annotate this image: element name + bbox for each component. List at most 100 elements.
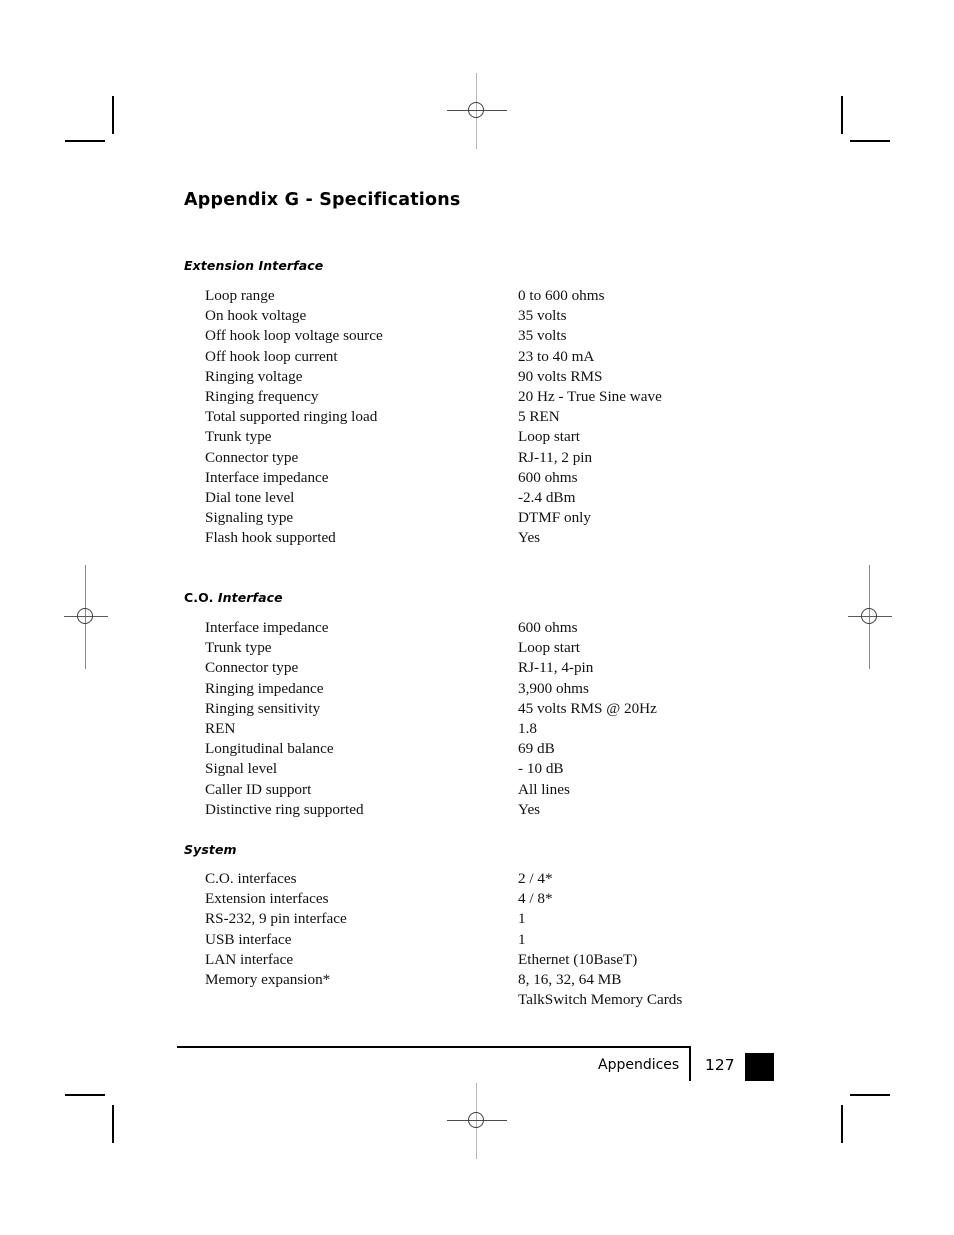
spec-value: All lines	[518, 780, 570, 798]
spec-row: Interface impedance 600 ohms	[205, 618, 905, 638]
spec-label: On hook voltage	[205, 307, 307, 325]
spec-row: Off hook loop voltage source 35 volts	[205, 326, 905, 346]
page-title: Appendix G - Specifications	[184, 190, 461, 210]
spec-row: Longitudinal balance 69 dB	[205, 739, 905, 759]
spec-table-system: C.O. interfaces 2 / 4* Extension interface…	[205, 869, 905, 1010]
registration-target-icon-top	[447, 73, 507, 149]
registration-ring	[468, 102, 484, 118]
crop-mark-top-right-horizontal	[850, 140, 890, 142]
section-heading-text: Extension Interface	[184, 258, 324, 273]
spec-table-co-interface: Interface impedance 600 ohms Trunk type Loo…	[205, 618, 905, 820]
spec-value: 0 to 600 ohms	[518, 287, 605, 304]
spec-value: -2.4 dBm	[518, 489, 576, 507]
spec-value: 90 volts RMS	[518, 367, 603, 385]
footer-section-label: Appendices	[598, 1057, 680, 1073]
spec-value: 8, 16, 32, 64 MB TalkSwitch Memory Cards	[518, 971, 683, 1009]
spec-row: RS-232, 9 pin interface 1	[205, 909, 905, 929]
spec-value: 35 volts	[518, 327, 567, 345]
spec-value: 1.8	[518, 720, 537, 738]
footer-thumb-marker	[745, 1053, 774, 1081]
spec-label: Longitudinal balance	[205, 740, 334, 758]
spec-value: 23 to 40 mA	[518, 347, 595, 365]
spec-label: Signal level	[205, 760, 278, 778]
section-heading-text: System	[184, 842, 237, 857]
spec-label: Total supported ringing load	[205, 408, 378, 426]
spec-value: RJ-11, 2 pin	[518, 448, 593, 466]
spec-row: Flash hook supported Yes	[205, 528, 905, 548]
spec-value: Yes	[518, 800, 541, 818]
spec-label: REN	[205, 720, 236, 738]
page-number: 127	[705, 1056, 735, 1074]
spec-row: Connector type RJ-11, 2 pin	[205, 448, 905, 468]
crop-mark-bottom-right-vertical	[841, 1105, 843, 1143]
spec-row: Distinctive ring supported Yes	[205, 800, 905, 820]
spec-row: LAN interface Ethernet (10BaseT)	[205, 950, 905, 970]
section-heading-system: System	[184, 842, 237, 857]
registration-target-icon-left	[56, 565, 116, 669]
spec-label: Ringing frequency	[205, 388, 319, 406]
spec-row: REN 1.8	[205, 719, 905, 739]
registration-ring	[468, 1112, 484, 1128]
spec-row: C.O. interfaces 2 / 4*	[205, 869, 905, 889]
spec-row: Ringing impedance 3,900 ohms	[205, 679, 905, 699]
spec-label: Loop range	[205, 287, 275, 304]
spec-label: Ringing sensitivity	[205, 699, 321, 717]
spec-label: USB interface	[205, 930, 292, 948]
crop-mark-top-right-vertical	[841, 96, 843, 134]
spec-row: Extension interfaces 4 / 8*	[205, 889, 905, 909]
spec-row: Dial tone level -2.4 dBm	[205, 488, 905, 508]
spec-row: Off hook loop current 23 to 40 mA	[205, 347, 905, 367]
spec-label: Connector type	[205, 448, 299, 466]
section-heading-co-interface: C.O. Interface	[184, 590, 283, 605]
spec-row: Ringing voltage 90 volts RMS	[205, 367, 905, 387]
spec-value: 1	[518, 930, 526, 948]
spec-label: Interface impedance	[205, 468, 329, 486]
footer-rule	[177, 1046, 691, 1048]
registration-ring	[77, 608, 93, 624]
spec-table-extension-interface: Loop range 0 to 600 ohms On hook voltage 35…	[205, 286, 905, 549]
spec-label: Ringing impedance	[205, 679, 324, 697]
spec-row: Memory expansion* 8, 16, 32, 64 MB TalkSw…	[205, 970, 905, 1010]
spec-value: Loop start	[518, 428, 581, 446]
spec-row: Trunk type Loop start	[205, 427, 905, 447]
spec-label: Trunk type	[205, 639, 272, 657]
spec-value: Ethernet (10BaseT)	[518, 950, 638, 968]
spec-value: 45 volts RMS @ 20Hz	[518, 699, 657, 717]
spec-value: RJ-11, 4-pin	[518, 659, 594, 677]
section-heading-extension-interface: Extension Interface	[184, 258, 323, 273]
spec-value: 5 REN	[518, 408, 560, 426]
crop-mark-bottom-right-horizontal	[850, 1094, 890, 1096]
spec-label: Distinctive ring supported	[205, 800, 364, 818]
section-heading-prefix: C.O.	[184, 590, 218, 605]
spec-row: Interface impedance 600 ohms	[205, 468, 905, 488]
spec-label: Ringing voltage	[205, 367, 303, 385]
spec-value: Loop start	[518, 639, 581, 657]
spec-value: 600 ohms	[518, 468, 578, 486]
spec-value: 4 / 8*	[518, 890, 553, 908]
spec-value: 3,900 ohms	[518, 679, 589, 697]
spec-label: Caller ID support	[205, 780, 312, 798]
spec-value: 69 dB	[518, 740, 555, 758]
spec-label: Connector type	[205, 659, 299, 677]
spec-label: Off hook loop voltage source	[205, 327, 383, 345]
spec-label: Off hook loop current	[205, 347, 338, 365]
spec-label: C.O. interfaces	[205, 870, 297, 887]
spec-label: Dial tone level	[205, 489, 295, 507]
spec-row: Ringing sensitivity 45 volts RMS @ 20Hz	[205, 699, 905, 719]
spec-row: Connector type RJ-11, 4-pin	[205, 658, 905, 678]
spec-label: Interface impedance	[205, 619, 329, 636]
spec-value: Yes	[518, 529, 541, 547]
crop-mark-bottom-left-horizontal	[65, 1094, 105, 1096]
spec-row: Total supported ringing load 5 REN	[205, 407, 905, 427]
crop-mark-top-left-vertical	[112, 96, 114, 134]
spec-row: Ringing frequency 20 Hz - True Sine wave	[205, 387, 905, 407]
spec-row: Trunk type Loop start	[205, 638, 905, 658]
spec-row: Loop range 0 to 600 ohms	[205, 286, 905, 306]
spec-label: Flash hook supported	[205, 529, 336, 547]
spec-label: Extension interfaces	[205, 890, 329, 908]
spec-value: 1	[518, 910, 526, 928]
spec-label: Signaling type	[205, 509, 294, 527]
spec-value: - 10 dB	[518, 760, 564, 778]
spec-value: 2 / 4*	[518, 870, 553, 887]
spec-value: DTMF only	[518, 509, 591, 527]
